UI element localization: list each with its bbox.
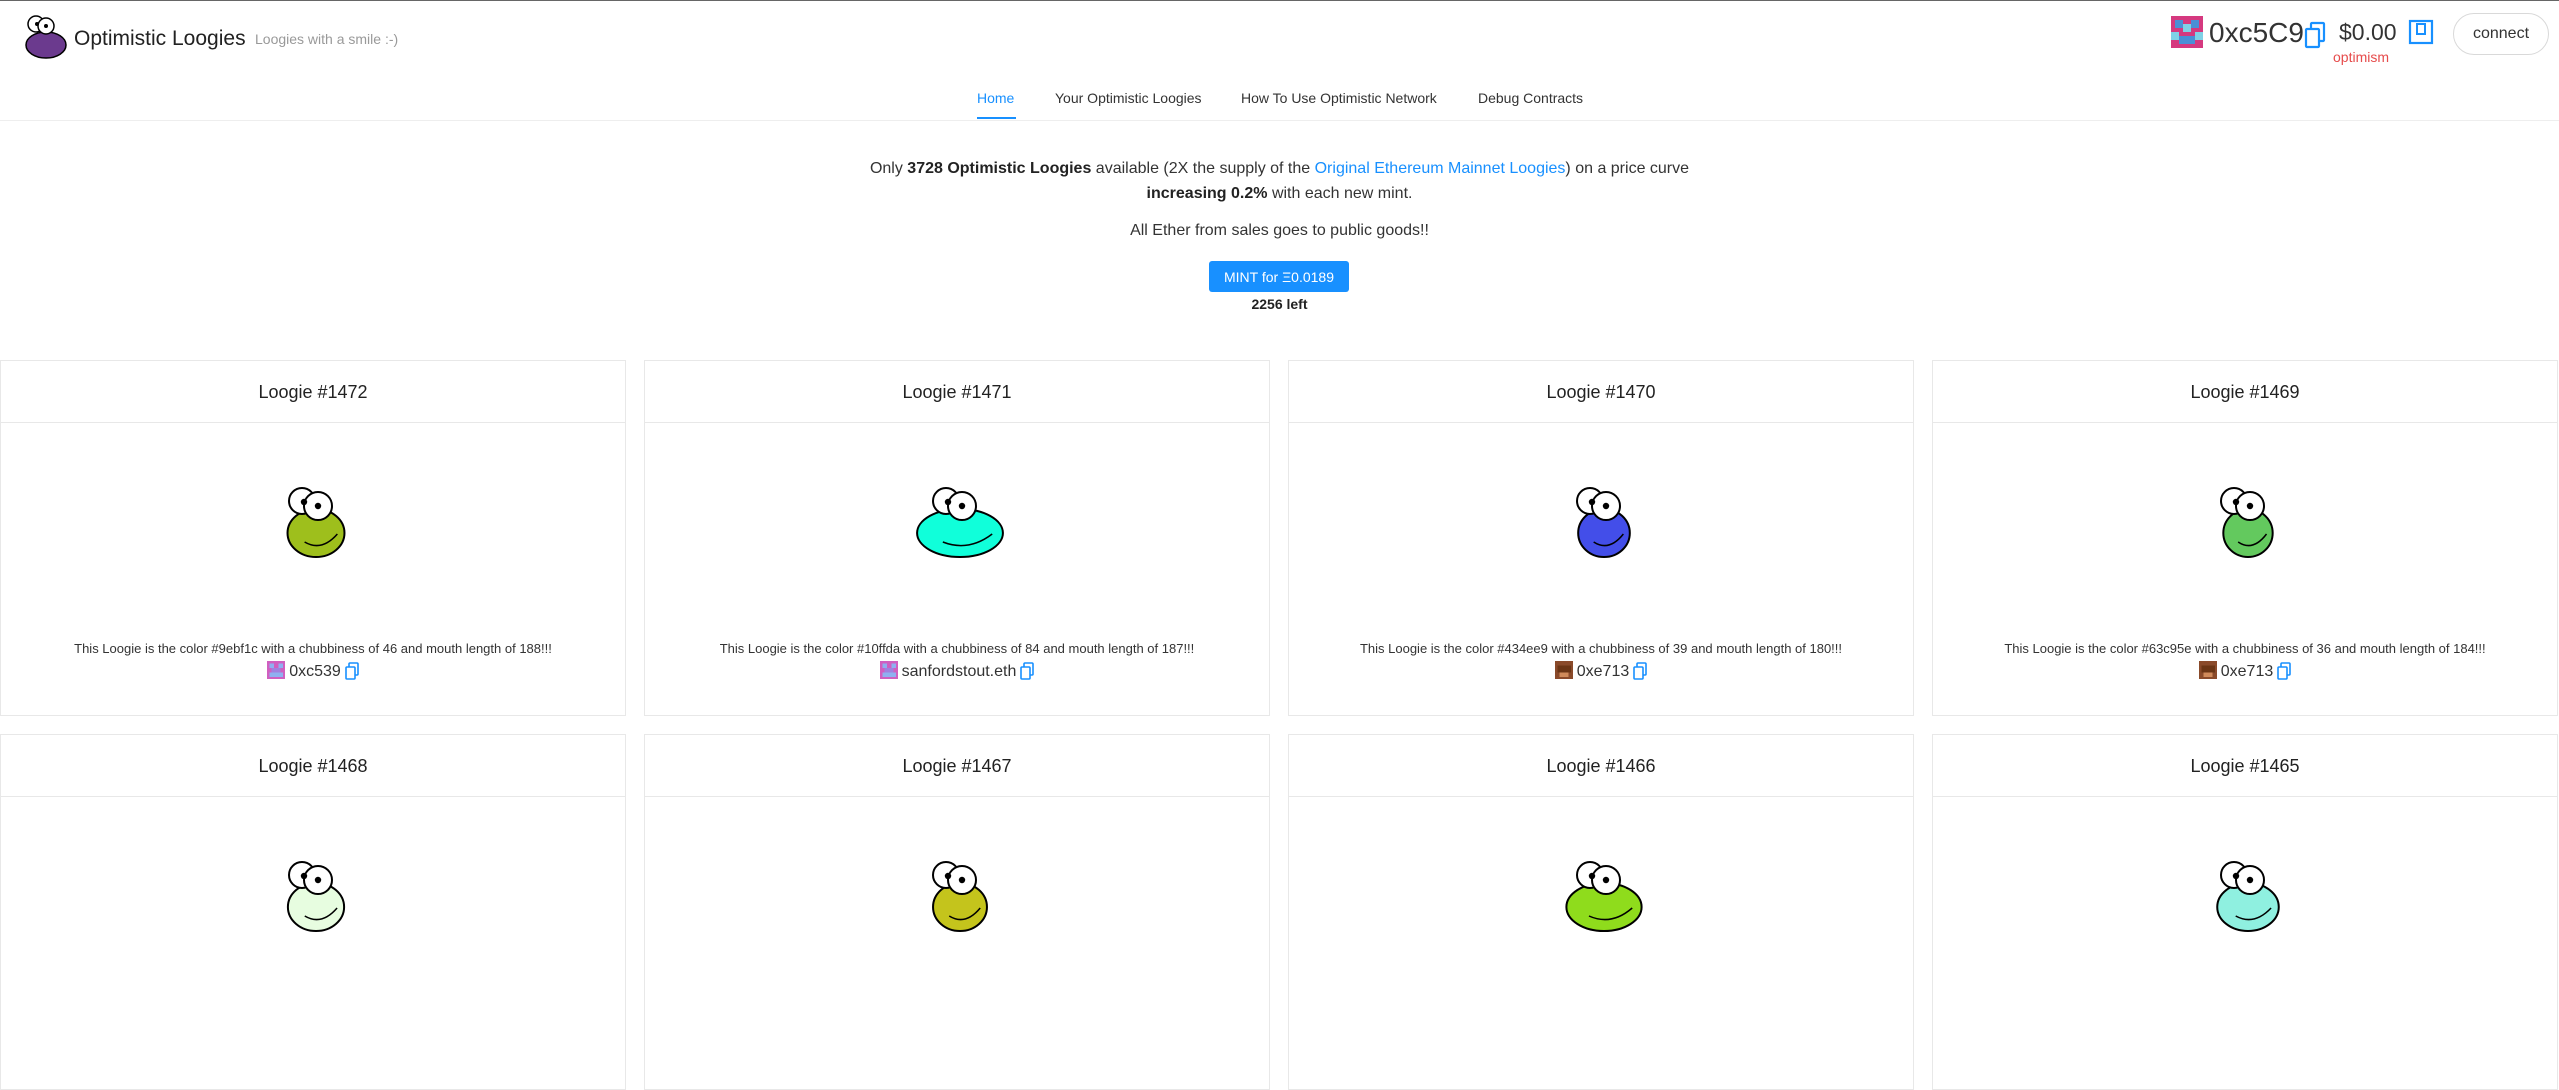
intro-available: available (2X the supply of the [1091, 160, 1315, 177]
mainnet-loogies-link[interactable]: Original Ethereum Mainnet Loogies [1315, 160, 1566, 177]
owner-avatar [1554, 661, 1573, 679]
owner-avatar [2198, 661, 2217, 679]
loogie-card: Loogie #1471 This Loogie is the color #10… [644, 360, 1270, 716]
loogie-image [286, 487, 346, 558]
loogie-title: Loogie #1466 [1289, 735, 1913, 797]
loogie-title: Loogie #1471 [645, 361, 1269, 423]
nav-menu: Home Your Optimistic Loogies How To Use … [0, 72, 2559, 121]
active-tab-indicator [977, 117, 1016, 119]
tab-debug-contracts[interactable]: Debug Contracts [1478, 90, 1583, 106]
owner-address: 0xe713 [1576, 663, 1630, 680]
loogie-image [916, 487, 1004, 558]
loogie-image [2216, 861, 2280, 932]
loogie-card: Loogie #1465 [1932, 734, 2558, 1090]
intro-count: 3728 Optimistic Loogies [907, 160, 1092, 177]
loogie-image [286, 861, 346, 932]
copy-owner-icon[interactable] [1633, 662, 1648, 680]
owner-address: 0xe713 [2220, 663, 2274, 680]
connect-button[interactable]: connect [2453, 13, 2549, 55]
loogie-image [2220, 487, 2274, 558]
intro-text: Only 3728 Optimistic Loogies available (… [0, 156, 2559, 206]
remaining-count: 2256 left [1251, 296, 1308, 312]
mint-button[interactable]: MINT for Ξ0.0189 [1209, 261, 1349, 292]
intro-each-mint: with each new mint. [1267, 185, 1413, 202]
loogie-card: Loogie #1468 [0, 734, 626, 1090]
loogie-title: Loogie #1469 [1933, 361, 2557, 423]
loogie-description: This Loogie is the color #63c95e with a … [2004, 641, 2486, 656]
loogie-card: Loogie #1470 This Loogie is the color #43… [1288, 360, 1914, 716]
intro-increasing: increasing 0.2% [1146, 185, 1268, 202]
intro-curve: ) on a price curve [1565, 160, 1690, 177]
loogie-image [932, 861, 988, 932]
owner-avatar [267, 661, 286, 679]
owner-address: sanfordstout.eth [901, 663, 1017, 680]
app-title[interactable]: Optimistic Loogies [74, 27, 246, 51]
loogie-title: Loogie #1472 [1, 361, 625, 423]
loogie-owner: sanfordstout.eth [645, 661, 1269, 681]
loogie-owner: 0xc539 [1, 661, 625, 681]
copy-owner-icon[interactable] [1020, 662, 1035, 680]
loogie-card: Loogie #1472 This Loogie is the color #9e… [0, 360, 626, 716]
loogie-card: Loogie #1467 [644, 734, 1270, 1090]
loogie-title: Loogie #1467 [645, 735, 1269, 797]
loogie-description: This Loogie is the color #9ebf1c with a … [74, 641, 552, 656]
owner-avatar [879, 661, 898, 679]
account-address: 0xc5C9 [2209, 17, 2304, 48]
loogie-card: Loogie #1469 This Loogie is the color #63… [1932, 360, 2558, 716]
loogie-title: Loogie #1465 [1933, 735, 2557, 797]
copy-owner-icon[interactable] [2277, 662, 2292, 680]
loogie-image [1576, 487, 1631, 558]
loogie-title: Loogie #1468 [1, 735, 625, 797]
owner-address: 0xc539 [289, 663, 341, 680]
loogie-logo-icon[interactable] [22, 13, 70, 61]
loogie-description: This Loogie is the color #10ffda with a … [719, 641, 1195, 656]
loogie-owner: 0xe713 [1289, 661, 1913, 681]
tab-your-loogies[interactable]: Your Optimistic Loogies [1055, 90, 1202, 106]
account-balance[interactable]: $0.00 [2339, 19, 2397, 46]
loogie-description: This Loogie is the color #434ee9 with a … [1359, 641, 1843, 656]
loogie-title: Loogie #1470 [1289, 361, 1913, 423]
header: Optimistic Loogies Loogies with a smile … [0, 1, 2559, 71]
loogie-image [1565, 861, 1643, 932]
tab-home[interactable]: Home [977, 90, 1014, 106]
account-avatar [2171, 16, 2203, 48]
wallet-icon[interactable] [2408, 19, 2434, 45]
copy-owner-icon[interactable] [344, 662, 359, 680]
app-subtitle: Loogies with a smile :-) [255, 31, 399, 47]
public-goods-text: All Ether from sales goes to public good… [1130, 222, 1429, 239]
intro-only: Only [869, 160, 908, 177]
network-name: optimism [2333, 49, 2390, 65]
loogie-card: Loogie #1466 [1288, 734, 1914, 1090]
copy-address-icon[interactable] [2304, 21, 2326, 49]
tab-how-to-use[interactable]: How To Use Optimistic Network [1241, 90, 1437, 106]
loogie-owner: 0xe713 [1933, 661, 2557, 681]
